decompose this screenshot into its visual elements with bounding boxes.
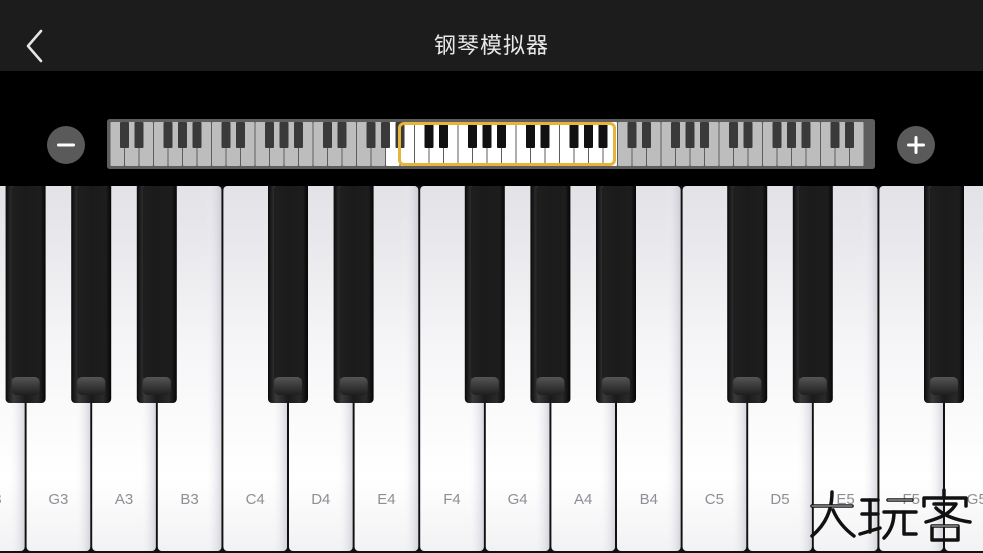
mini-black-key xyxy=(134,122,144,148)
key-label: A4 xyxy=(574,491,592,508)
black-key-a-sharp3[interactable] xyxy=(136,186,177,403)
watermark-logo xyxy=(808,486,976,544)
key-label: A3 xyxy=(115,491,133,508)
black-key-d-sharp4[interactable] xyxy=(333,186,374,403)
mini-black-key xyxy=(700,122,709,148)
mini-black-key xyxy=(845,122,854,148)
key-label: B4 xyxy=(640,491,658,508)
mini-black-key xyxy=(772,122,782,148)
mini-black-key xyxy=(830,122,840,148)
mini-black-key xyxy=(366,122,376,148)
key-label: G4 xyxy=(508,491,528,508)
key-label: D5 xyxy=(770,491,789,508)
mini-black-key xyxy=(787,122,796,148)
key-label: C4 xyxy=(246,491,265,508)
black-key-f-sharp4[interactable] xyxy=(464,186,505,403)
mini-black-key xyxy=(236,122,245,148)
mini-black-key xyxy=(120,122,129,148)
mini-black-key xyxy=(627,122,637,148)
visible-range-selector[interactable] xyxy=(398,122,616,166)
zoom-out-button[interactable] xyxy=(47,126,85,164)
black-key-d-sharp5[interactable] xyxy=(792,186,833,403)
black-key-a-sharp4[interactable] xyxy=(596,186,636,403)
black-key-g-sharp4[interactable] xyxy=(530,186,571,403)
mini-black-key xyxy=(642,122,651,148)
mini-black-key xyxy=(685,122,695,148)
mini-black-key xyxy=(381,122,390,148)
zoom-in-button[interactable] xyxy=(897,126,935,164)
key-label: F3 xyxy=(0,491,2,508)
black-key-g-sharp3[interactable] xyxy=(71,186,112,403)
key-label: G3 xyxy=(48,491,68,508)
mini-black-key xyxy=(265,122,274,148)
chevron-left-icon xyxy=(26,29,43,63)
mini-black-key xyxy=(337,122,347,148)
mini-black-key xyxy=(801,122,811,148)
key-label: E4 xyxy=(377,491,395,508)
watermark-logo-graphic xyxy=(810,488,972,542)
mini-black-key xyxy=(294,122,303,148)
plus-icon xyxy=(907,136,925,154)
mini-black-key xyxy=(279,122,289,148)
key-label: D4 xyxy=(311,491,330,508)
back-button[interactable] xyxy=(18,24,54,68)
mini-black-key xyxy=(729,122,738,148)
mini-black-key xyxy=(192,122,202,148)
black-key-f-sharp5[interactable] xyxy=(924,186,964,403)
black-key-c-sharp4[interactable] xyxy=(268,186,308,403)
key-label: B3 xyxy=(180,491,198,508)
mini-black-key xyxy=(163,122,173,148)
top-bar xyxy=(0,0,983,71)
key-label: C5 xyxy=(705,491,724,508)
mini-black-key xyxy=(178,122,187,148)
black-key-c-sharp5[interactable] xyxy=(727,186,768,403)
minus-icon xyxy=(57,143,75,147)
mini-black-key xyxy=(743,122,753,148)
key-label: F4 xyxy=(443,491,461,508)
mini-black-key xyxy=(323,122,332,148)
mini-black-key xyxy=(221,122,231,148)
black-key-f-sharp3[interactable] xyxy=(5,186,46,403)
mini-black-key xyxy=(671,122,680,148)
